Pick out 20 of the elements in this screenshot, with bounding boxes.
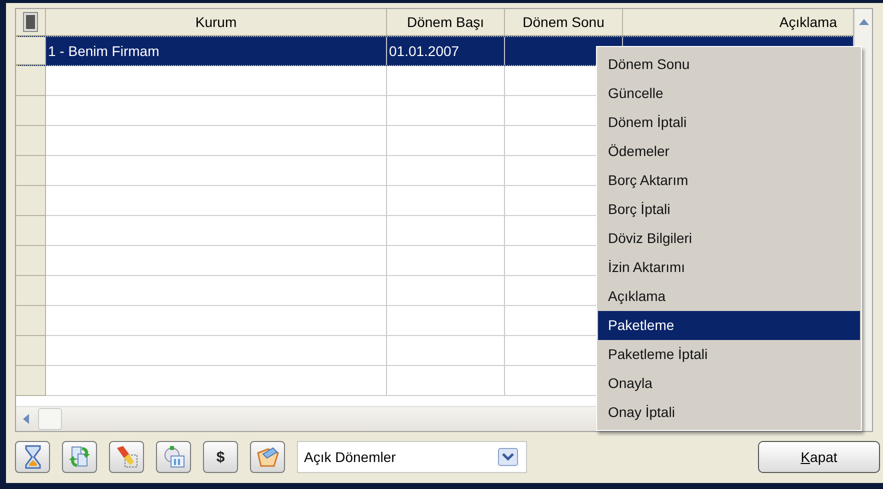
menu-item[interactable]: Paketleme İptali [598, 340, 860, 369]
column-header[interactable]: Dönem Başı [387, 9, 505, 35]
menu-item[interactable]: İzin Aktarımı [598, 253, 860, 282]
table-cell: 1 - Benim Firmam [46, 37, 387, 65]
menu-item[interactable]: Paketleme [598, 311, 860, 340]
menu-item[interactable]: Onay İptali [598, 398, 860, 427]
menu-item[interactable]: Açıklama [598, 282, 860, 311]
menu-item[interactable]: Ödemeler [598, 137, 860, 166]
menu-item[interactable]: Borç Aktarım [598, 166, 860, 195]
table-cell: 01.01.2007 [387, 37, 505, 65]
menu-item[interactable]: Dönem İptali [598, 108, 860, 137]
menu-item[interactable]: Onayla [598, 369, 860, 398]
menu-item[interactable]: Borç İptali [598, 195, 860, 224]
menu-item[interactable]: Döviz Bilgileri [598, 224, 860, 253]
close-button[interactable]: Kapat [758, 441, 880, 473]
column-header[interactable]: Dönem Sonu [505, 9, 623, 35]
currency-button[interactable]: $ [203, 441, 238, 473]
menu-item[interactable]: Güncelle [598, 79, 860, 108]
period-filter-dropdown[interactable]: Açık Dönemler [297, 441, 527, 473]
column-header[interactable]: Kurum [46, 9, 387, 35]
